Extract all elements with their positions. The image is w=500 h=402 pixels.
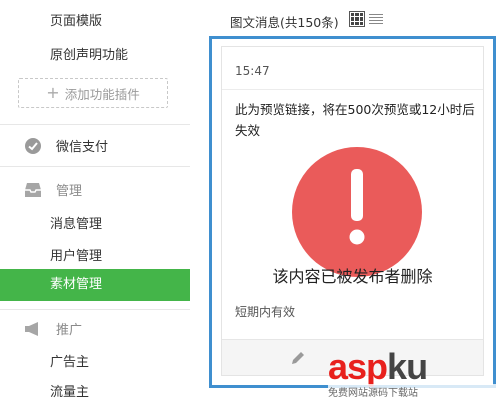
watermark-tagline: 免费网站源码下载站 [328, 384, 500, 399]
sidebar-item-page-template[interactable]: 页面模版 [50, 10, 102, 29]
sidebar-item-user-management[interactable]: 用户管理 [50, 245, 102, 264]
sidebar-item-traffic-owner[interactable]: 流量主 [50, 381, 89, 400]
inbox-icon [24, 181, 42, 199]
list-view-icon[interactable] [368, 11, 384, 27]
wechat-pay-label: 微信支付 [56, 140, 109, 155]
site-watermark: aspku 免费网站源码下载站 [328, 349, 500, 402]
add-plugin-label: 添加功能插件 [64, 86, 140, 102]
sidebar-divider [0, 166, 190, 167]
wechat-pay-icon [24, 137, 42, 155]
article-card[interactable]: 15:47 此为预览链接，将在500次预览或12小时后失效 该内容已被发布者删除… [221, 46, 484, 376]
sidebar-item-material-management[interactable]: 素材管理 [0, 269, 190, 301]
sidebar-item-original-declaration[interactable]: 原创声明功能 [50, 44, 128, 63]
megaphone-icon [24, 320, 42, 338]
preview-notice: 此为预览链接，将在500次预览或12小时后失效 [235, 102, 475, 138]
add-plugin-button[interactable]: + 添加功能插件 [18, 78, 168, 108]
material-count-label: 图文消息(共150条) [230, 15, 339, 30]
sidebar-item-advertiser[interactable]: 广告主 [50, 351, 89, 370]
sidebar-divider [0, 309, 190, 310]
card-divider [222, 89, 483, 90]
edit-pencil-icon[interactable] [289, 349, 307, 371]
watermark-logo: aspku [328, 346, 428, 387]
card-time: 15:47 [235, 64, 270, 78]
sidebar-item-wechat-pay[interactable]: 微信支付 [24, 136, 108, 155]
sidebar-item-message-management[interactable]: 消息管理 [50, 213, 102, 232]
deleted-message: 该内容已被发布者删除 [272, 267, 433, 286]
plus-icon: + [46, 83, 60, 102]
promote-heading: 推广 [56, 323, 83, 338]
highlight-frame: 15:47 此为预览链接，将在500次预览或12小时后失效 该内容已被发布者删除… [209, 36, 496, 388]
grid-view-icon[interactable] [349, 11, 365, 27]
validity-text: 短期内有效 [235, 305, 296, 319]
warning-icon [292, 147, 422, 277]
sidebar-divider [0, 124, 190, 125]
sidebar-group-manage: 管理 [24, 180, 82, 199]
sidebar: 页面模版 原创声明功能 + 添加功能插件 微信支付 管理 消息管理 用户管理 素… [0, 0, 190, 402]
sidebar-group-promote: 推广 [24, 319, 82, 338]
manage-heading: 管理 [56, 184, 83, 199]
